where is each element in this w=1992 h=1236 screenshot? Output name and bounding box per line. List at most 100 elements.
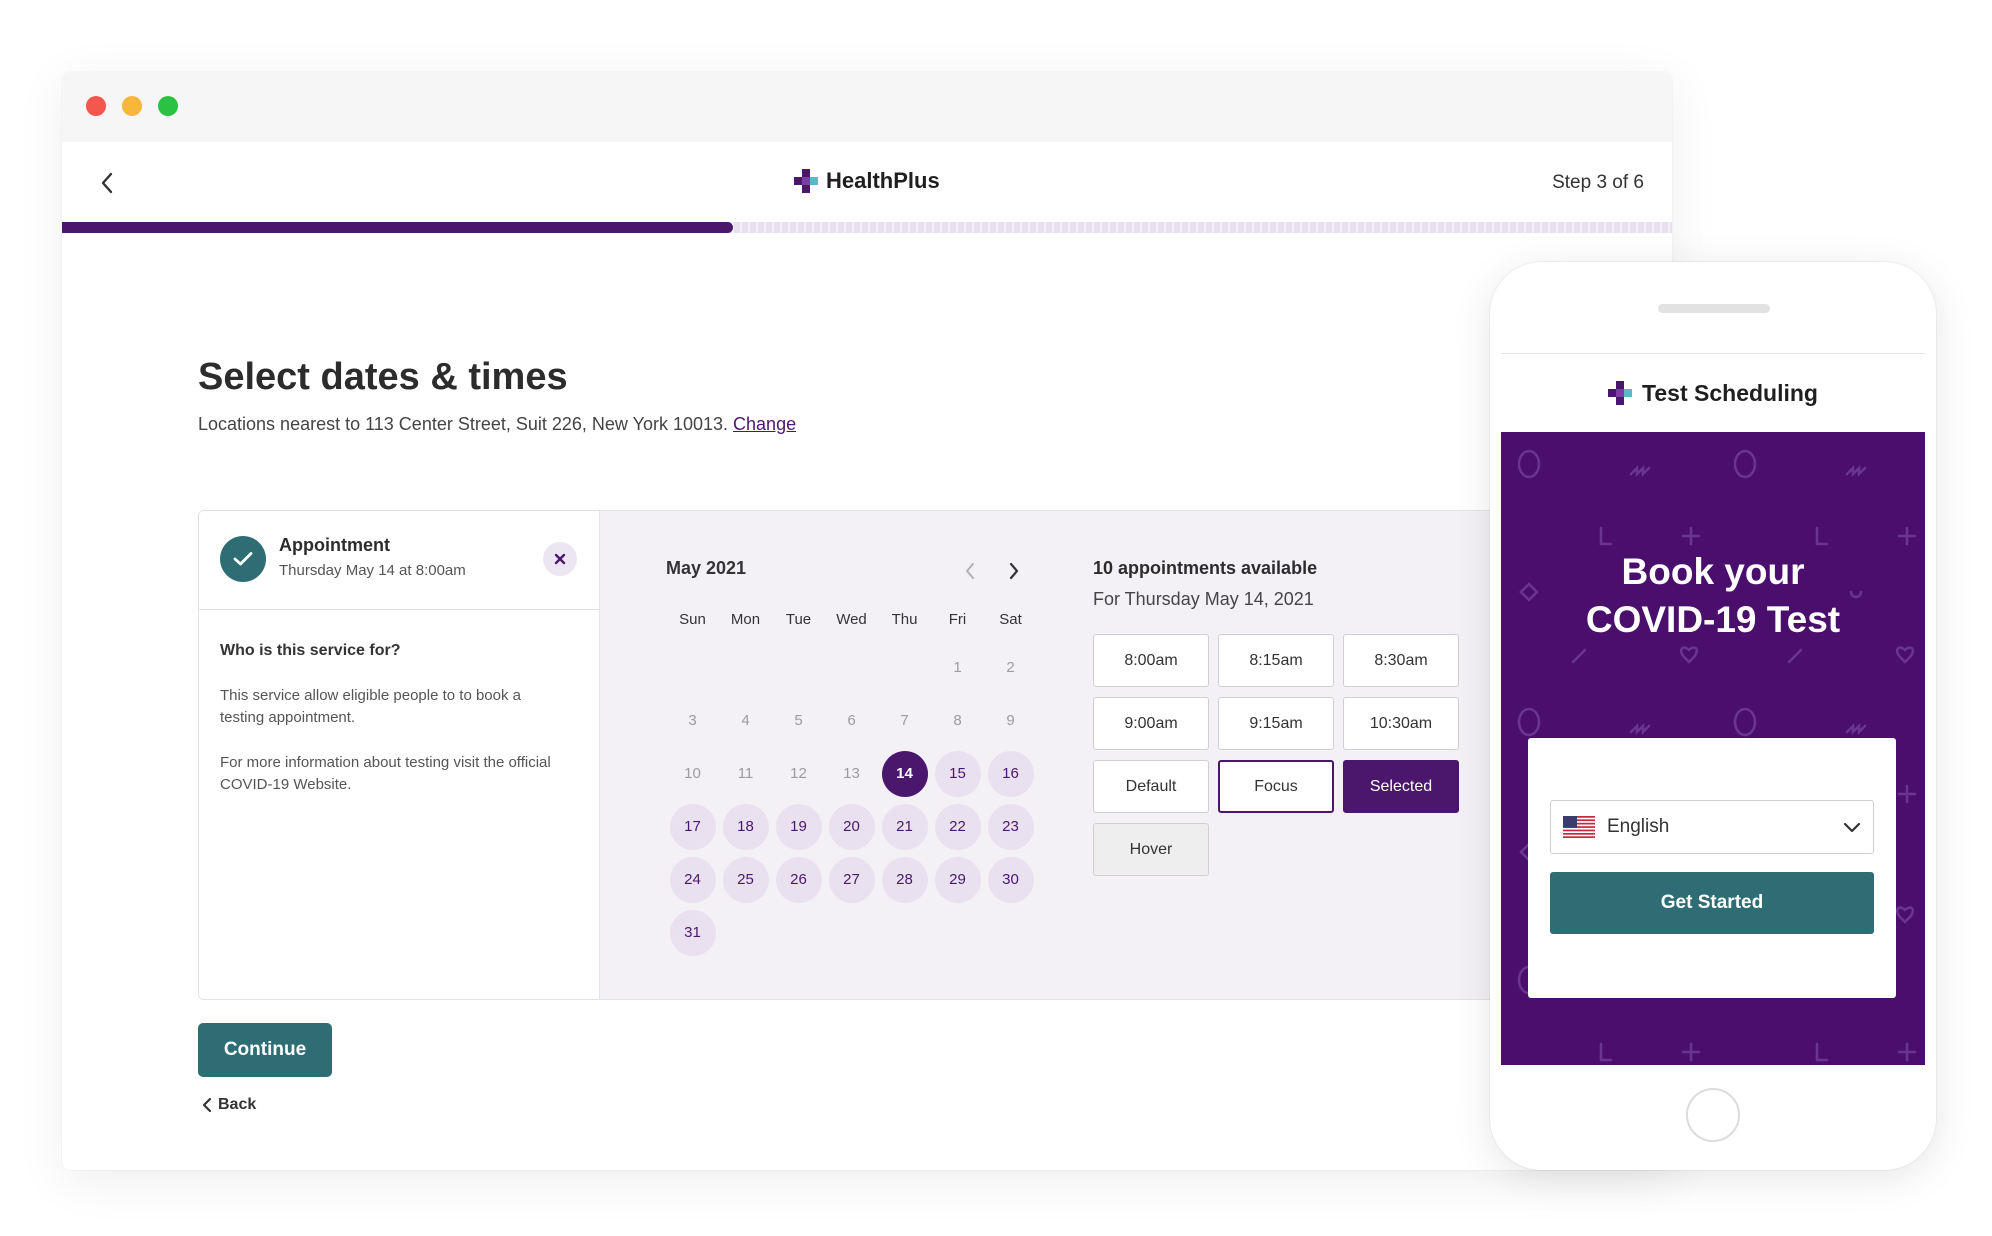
hero-title-line-1: Book your [1621, 551, 1805, 592]
weekday-header: Wed [836, 611, 867, 628]
calendar-day[interactable]: 17 [666, 800, 719, 853]
get-started-button[interactable]: Get Started [1550, 872, 1874, 934]
calendar-day[interactable]: 26 [772, 853, 825, 906]
booking-card: Appointment Thursday May 14 at 8:00am Wh… [198, 510, 1672, 1000]
calendar-blank [666, 641, 719, 694]
next-month-icon[interactable] [1002, 559, 1026, 583]
remove-appointment-button[interactable] [543, 542, 577, 576]
service-question: Who is this service for? [220, 642, 401, 659]
calendar-day: 12 [790, 765, 807, 782]
back-link[interactable]: Back [202, 1096, 256, 1114]
phone-app-header: Test Scheduling [1501, 354, 1925, 432]
time-slot-button[interactable]: Focus [1218, 760, 1334, 813]
weekday-header: Sat [999, 611, 1022, 628]
calendar-day[interactable]: 22 [931, 800, 984, 853]
language-select[interactable]: English [1550, 800, 1874, 854]
back-link-label: Back [218, 1096, 257, 1113]
time-slot-button[interactable]: Hover [1093, 823, 1209, 876]
calendar-day-selected[interactable]: 14 [878, 747, 931, 800]
slots-count-title: 10 appointments available [1093, 558, 1318, 578]
appointment-header: Appointment Thursday May 14 at 8:00am [199, 511, 599, 610]
time-slot-button[interactable]: 8:15am [1218, 634, 1334, 687]
calendar-day[interactable]: 28 [878, 853, 931, 906]
calendar-day: 4 [741, 712, 750, 729]
location-text: Locations nearest to 113 Center Street, … [198, 414, 729, 434]
healthplus-cross-icon [794, 169, 818, 193]
appointment-summary: Thursday May 14 at 8:00am [279, 562, 466, 579]
language-select-value: English [1607, 816, 1670, 837]
hero-title-line-2: COVID-19 Test [1585, 599, 1841, 640]
calendar-day[interactable]: 25 [719, 853, 772, 906]
calendar-day[interactable]: 27 [825, 853, 878, 906]
time-slot-button[interactable]: 9:00am [1093, 697, 1209, 750]
weekday-header: Thu [891, 611, 918, 628]
service-description: This service allow eligible people to to… [220, 687, 522, 726]
brand-name: HealthPlus [826, 168, 940, 193]
phone-screen: Test Scheduling Book your COVID-19 Test … [1501, 353, 1925, 1065]
previous-month-icon[interactable] [958, 559, 982, 583]
calendar-day[interactable]: 18 [719, 800, 772, 853]
calendar-day[interactable]: 19 [772, 800, 825, 853]
chevron-left-icon [202, 1097, 212, 1113]
weekday-header: Sun [679, 611, 706, 628]
location-line: Locations nearest to 113 Center Street, … [198, 414, 796, 435]
calendar-day[interactable]: 16 [984, 747, 1037, 800]
check-icon [220, 536, 266, 582]
calendar-day: 6 [847, 712, 856, 729]
phone-mockup: Test Scheduling Book your COVID-19 Test … [1490, 262, 1936, 1170]
calendar-blank [878, 641, 931, 694]
calendar-day[interactable]: 15 [931, 747, 984, 800]
us-flag-icon [1563, 816, 1595, 838]
page-title: Select dates & times [198, 356, 568, 398]
window-titlebar [62, 72, 1672, 142]
calendar-day[interactable]: 21 [878, 800, 931, 853]
start-form-card: English Get Started [1528, 738, 1896, 998]
calendar-day: 7 [900, 712, 909, 729]
weekday-header: Tue [785, 611, 812, 628]
calendar-day: 5 [794, 712, 803, 729]
healthplus-cross-icon [1608, 381, 1633, 405]
chevron-down-icon [1843, 822, 1861, 833]
window-maximize-dot[interactable] [158, 96, 178, 116]
calendar-day[interactable]: 23 [984, 800, 1037, 853]
hero-title: Book your COVID-19 Test [1501, 548, 1925, 644]
appointment-title: Appointment [279, 535, 390, 555]
phone-home-button[interactable] [1686, 1088, 1740, 1142]
progress-bar [62, 222, 1672, 233]
brand-logo: HealthPlus [794, 168, 940, 194]
calendar-day[interactable]: 29 [931, 853, 984, 906]
calendar-day: 3 [688, 712, 697, 729]
desktop-window: HealthPlus Step 3 of 6 Select dates & ti… [62, 72, 1672, 1170]
window-minimize-dot[interactable] [122, 96, 142, 116]
close-icon [554, 553, 566, 565]
calendar-day[interactable]: 20 [825, 800, 878, 853]
time-slots-grid: 8:00am 8:15am 8:30am 9:00am 9:15am 10:30am Def… [1093, 634, 1459, 876]
calendar-grid: Sun Mon Tue Wed Thu Fri Sat 1 2 3 4 5 6 7 8 9 10 11 12 13 14… [666, 611, 1037, 959]
weekday-header: Fri [948, 611, 967, 628]
time-slot-button[interactable]: Default [1093, 760, 1209, 813]
calendar-day: 8 [953, 712, 962, 729]
phone-header-title: Test Scheduling [1642, 379, 1818, 406]
app-header: HealthPlus Step 3 of 6 [62, 142, 1672, 224]
calendar-blank [719, 641, 772, 694]
time-slot-button[interactable]: Selected [1343, 760, 1459, 813]
time-slot-button[interactable]: 8:00am [1093, 634, 1209, 687]
calendar-day[interactable]: 24 [666, 853, 719, 906]
calendar-day: 1 [953, 659, 962, 676]
appointment-panel: Appointment Thursday May 14 at 8:00am Wh… [199, 511, 600, 999]
calendar-day: 9 [1006, 712, 1015, 729]
calendar-day[interactable]: 31 [666, 906, 719, 959]
calendar-day: 10 [684, 765, 701, 782]
service-info: For more information about testing visit… [220, 754, 551, 793]
window-close-dot[interactable] [86, 96, 106, 116]
time-slot-button[interactable]: 9:15am [1218, 697, 1334, 750]
back-chevron-icon[interactable] [92, 166, 122, 200]
time-slot-button[interactable]: 8:30am [1343, 634, 1459, 687]
calendar-day[interactable]: 30 [984, 853, 1037, 906]
continue-button[interactable]: Continue [198, 1023, 332, 1077]
slots-date-subtitle: For Thursday May 14, 2021 [1093, 589, 1314, 609]
change-location-link[interactable]: Change [733, 414, 796, 434]
time-slot-button[interactable]: 10:30am [1343, 697, 1459, 750]
calendar-month-label: May 2021 [666, 558, 747, 578]
weekday-header: Mon [730, 611, 761, 628]
